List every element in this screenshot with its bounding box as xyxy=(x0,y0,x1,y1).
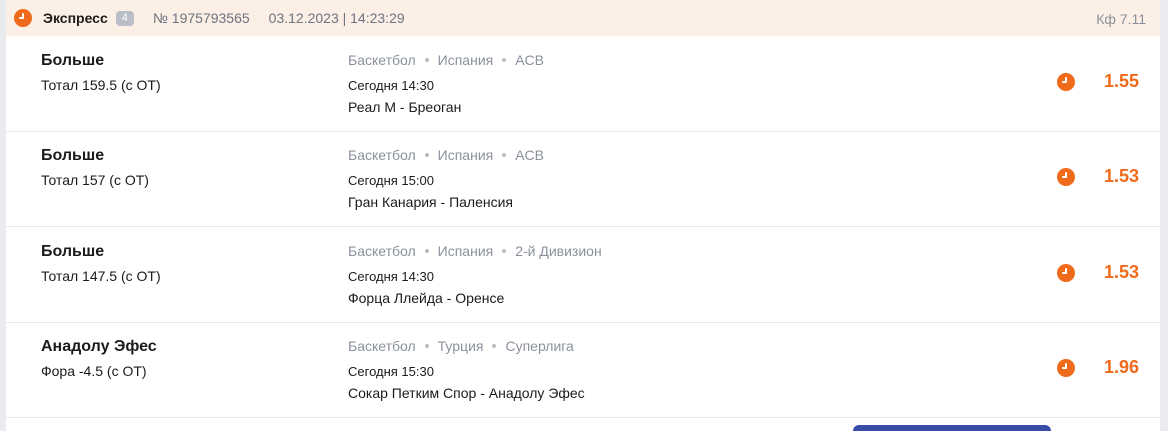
event-country: Испания xyxy=(437,52,494,68)
event-league: ACB xyxy=(515,147,545,163)
bet-type: Экспресс xyxy=(43,10,108,26)
separator-dot xyxy=(502,58,507,62)
event-match[interactable]: Сокар Петким Спор - Анадолу Эфес xyxy=(348,385,585,401)
event-breadcrumb: Баскетбол Испания ACB xyxy=(348,52,544,68)
event-match[interactable]: Гран Канария - Паленсия xyxy=(348,194,513,210)
event-pick: Больше xyxy=(41,52,105,69)
event-market: Тотал 157 (с ОТ) xyxy=(41,172,149,188)
event-country: Испания xyxy=(437,243,494,259)
event-league: Суперлига xyxy=(505,338,574,354)
event-time: Сегодня 14:30 xyxy=(348,269,434,284)
events-count-badge: 4 xyxy=(115,10,134,26)
event-country: Испания xyxy=(437,147,494,163)
event-sport: Баскетбол xyxy=(348,147,416,163)
event-league: 2-й Дивизион xyxy=(515,243,602,259)
separator-dot xyxy=(502,153,507,157)
event-odds: 1.55 xyxy=(1103,71,1139,91)
event-pick: Анадолу Эфес xyxy=(41,338,157,355)
event-odds: 1.53 xyxy=(1103,166,1139,186)
separator-dot xyxy=(424,58,429,62)
action-button[interactable] xyxy=(853,425,1051,431)
event-sport: Баскетбол xyxy=(348,338,416,354)
event-breadcrumb: Баскетбол Турция Суперлига xyxy=(348,338,574,354)
bet-datetime: 03.12.2023 | 14:23:29 xyxy=(268,10,405,26)
event-breadcrumb: Баскетбол Испания ACB xyxy=(348,147,544,163)
event-time: Сегодня 15:30 xyxy=(348,364,434,379)
event-row[interactable]: Больше Тотал 147.5 (с ОТ) Баскетбол Испа… xyxy=(6,227,1160,323)
event-pick: Больше xyxy=(41,147,105,164)
event-odds: 1.96 xyxy=(1103,357,1139,377)
separator-dot xyxy=(424,249,429,253)
event-row[interactable]: Анадолу Эфес Фора -4.5 (с ОТ) Баскетбол … xyxy=(6,322,1160,418)
event-pick: Больше xyxy=(41,243,105,260)
event-breadcrumb: Баскетбол Испания 2-й Дивизион xyxy=(348,243,602,259)
event-odds: 1.53 xyxy=(1103,262,1139,282)
separator-dot xyxy=(502,249,507,253)
bet-header[interactable]: Экспресс 4 № 1975793565 03.12.2023 | 14:… xyxy=(6,0,1160,36)
clock-icon xyxy=(1057,359,1075,377)
event-market: Тотал 147.5 (с ОТ) xyxy=(41,268,161,284)
event-market: Фора -4.5 (с ОТ) xyxy=(41,363,147,379)
clock-icon xyxy=(1057,168,1075,186)
total-coefficient: Кф 7.11 xyxy=(1096,11,1146,27)
separator-dot xyxy=(492,344,497,348)
event-time: Сегодня 15:00 xyxy=(348,173,434,188)
separator-dot xyxy=(424,344,429,348)
event-time: Сегодня 14:30 xyxy=(348,78,434,93)
event-market: Тотал 159.5 (с ОТ) xyxy=(41,77,161,93)
clock-icon xyxy=(1057,264,1075,282)
event-row[interactable]: Больше Тотал 157 (с ОТ) Баскетбол Испани… xyxy=(6,131,1160,227)
clock-icon xyxy=(1057,73,1075,91)
separator-dot xyxy=(424,153,429,157)
event-sport: Баскетбол xyxy=(348,52,416,68)
event-match[interactable]: Форца Ллейда - Оренсе xyxy=(348,290,504,306)
event-country: Турция xyxy=(437,338,484,354)
clock-icon xyxy=(14,9,32,27)
bet-card: Экспресс 4 № 1975793565 03.12.2023 | 14:… xyxy=(6,0,1160,431)
event-row[interactable]: Больше Тотал 159.5 (с ОТ) Баскетбол Испа… xyxy=(6,36,1160,132)
bet-number: № 1975793565 xyxy=(152,10,250,26)
event-league: ACB xyxy=(515,52,545,68)
event-match[interactable]: Реал М - Бреоган xyxy=(348,99,461,115)
event-sport: Баскетбол xyxy=(348,243,416,259)
